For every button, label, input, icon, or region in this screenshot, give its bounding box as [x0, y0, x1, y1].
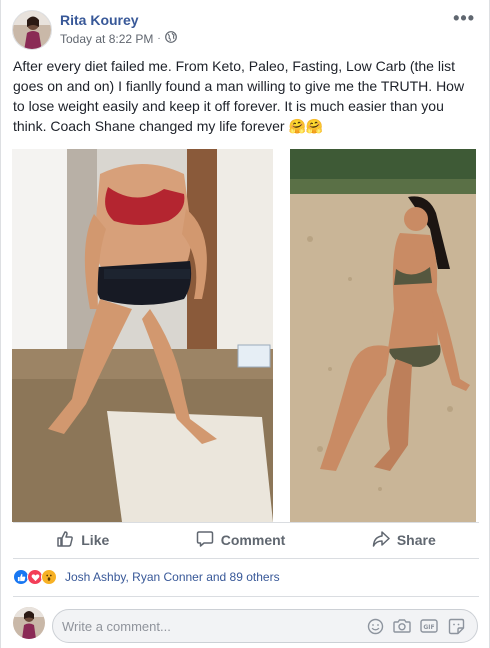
post-timestamp[interactable]: Today at 8:22 PM: [60, 32, 153, 46]
share-button[interactable]: Share: [372, 530, 436, 551]
more-options-icon[interactable]: •••: [453, 8, 475, 29]
comment-button[interactable]: Comment: [196, 530, 286, 551]
like-label: Like: [81, 532, 110, 548]
post-text: After every diet failed me. From Keto, P…: [13, 58, 465, 134]
sticker-icon[interactable]: [447, 617, 465, 635]
comment-input[interactable]: Write a comment... GIF: [52, 609, 478, 643]
comments-divider: [13, 596, 479, 597]
svg-text:GIF: GIF: [423, 624, 434, 631]
gif-icon[interactable]: GIF: [420, 617, 438, 635]
like-button[interactable]: Like: [56, 530, 109, 551]
reactions-summary[interactable]: Josh Ashby, Ryan Conner and 89 others: [13, 569, 280, 585]
post-card: Rita Kourey Today at 8:22 PM · ••• After…: [0, 0, 490, 648]
post-meta: Today at 8:22 PM ·: [60, 31, 177, 46]
share-label: Share: [396, 532, 436, 548]
comment-input-tools: GIF: [366, 617, 477, 635]
thumbs-up-icon: [56, 530, 74, 551]
comment-placeholder: Write a comment...: [62, 618, 171, 634]
separator-dot: ·: [157, 33, 161, 44]
comment-label: Comment: [220, 532, 286, 548]
author-avatar[interactable]: [12, 10, 52, 50]
actions-bottom-divider: [13, 558, 479, 559]
camera-icon[interactable]: [393, 617, 411, 635]
before-photo[interactable]: [12, 149, 273, 522]
emoji-icon[interactable]: [366, 617, 384, 635]
share-arrow-icon: [372, 530, 390, 551]
author-name[interactable]: Rita Kourey: [60, 12, 139, 28]
post-actions-bar: Like Comment Share: [13, 523, 479, 557]
comment-bubble-icon: [196, 530, 214, 551]
viewer-avatar: [13, 607, 45, 639]
wow-reaction-icon: [41, 569, 57, 585]
reactions-names[interactable]: Josh Ashby, Ryan Conner and 89 others: [65, 570, 280, 584]
globe-icon[interactable]: [164, 31, 177, 46]
after-photo[interactable]: [290, 149, 476, 522]
